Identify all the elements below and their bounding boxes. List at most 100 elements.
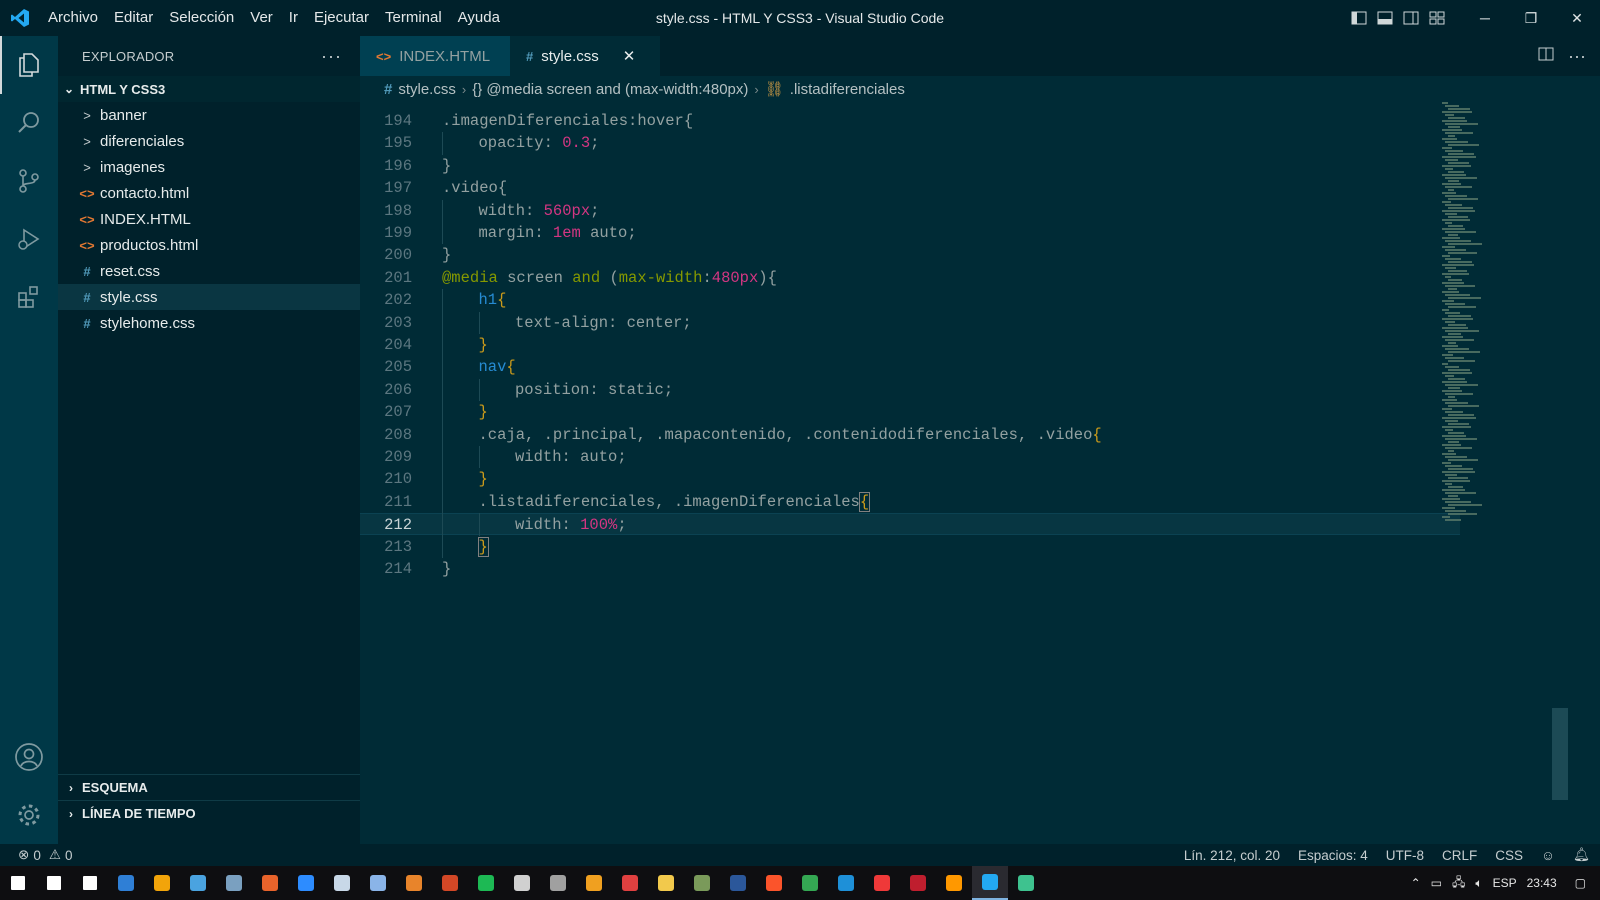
menu-item-ir[interactable]: Ir	[281, 0, 306, 36]
start-icon[interactable]	[0, 866, 36, 900]
toggle-secondary-sidebar-icon[interactable]	[1398, 0, 1424, 36]
code-line[interactable]: 214}	[360, 558, 1460, 580]
cursor-position[interactable]: Lín. 212, col. 20	[1184, 848, 1280, 863]
end-of-line[interactable]: CRLF	[1442, 848, 1477, 863]
code-line[interactable]: 204}	[360, 334, 1460, 356]
breadcrumb-file[interactable]: style.css	[398, 81, 456, 98]
obs-icon[interactable]	[504, 866, 540, 900]
menu-item-terminal[interactable]: Terminal	[377, 0, 450, 36]
zoom-icon[interactable]	[288, 866, 324, 900]
code-line[interactable]: 206 position: static;	[360, 379, 1460, 401]
paint-icon[interactable]	[612, 866, 648, 900]
code-editor[interactable]: 194 .imagenDiferenciales:hover{195 opacity…	[360, 106, 1460, 844]
close-tab-icon[interactable]: ✕	[623, 47, 636, 65]
edge-icon[interactable]	[828, 866, 864, 900]
code-line[interactable]: 196}	[360, 155, 1460, 177]
tree-item-index-html[interactable]: <> INDEX.HTML	[58, 206, 360, 232]
menu-item-editar[interactable]: Editar	[106, 0, 161, 36]
filezilla-icon[interactable]	[900, 866, 936, 900]
tree-item-diferenciales[interactable]: > diferenciales	[58, 128, 360, 154]
chrome-icon[interactable]	[792, 866, 828, 900]
code-line[interactable]: 205 nav{	[360, 356, 1460, 378]
code-line[interactable]: 197 .video{	[360, 177, 1460, 199]
tab-index-html[interactable]: <> INDEX.HTML	[360, 36, 510, 76]
code-line[interactable]: 210}	[360, 468, 1460, 490]
file-explorer-icon[interactable]	[648, 866, 684, 900]
network-icon[interactable]: 🖧︎	[1452, 873, 1465, 894]
feedback-icon[interactable]: ☺	[1541, 848, 1555, 863]
mail-icon[interactable]	[108, 866, 144, 900]
more-editor-actions-icon[interactable]: ···	[1568, 46, 1586, 67]
clock[interactable]: 23:43	[1527, 876, 1557, 890]
settings-app-icon[interactable]	[324, 866, 360, 900]
code-line[interactable]: 207}	[360, 401, 1460, 423]
tree-item-imagenes[interactable]: > imagenes	[58, 154, 360, 180]
battery-icon[interactable]: ▭	[1431, 876, 1442, 890]
notes-icon[interactable]	[360, 866, 396, 900]
indentation[interactable]: Espacios: 4	[1298, 848, 1368, 863]
input-language[interactable]: ESP	[1493, 876, 1517, 890]
breadcrumb-media[interactable]: {} @media screen and (max-width:480px)	[472, 81, 748, 98]
customize-layout-icon[interactable]	[1424, 0, 1450, 36]
encoding[interactable]: UTF-8	[1386, 848, 1424, 863]
tree-item-productos-html[interactable]: <> productos.html	[58, 232, 360, 258]
magnifier-app-icon[interactable]	[180, 866, 216, 900]
code-line[interactable]: 202 h1{	[360, 289, 1460, 311]
search-icon[interactable]	[0, 94, 58, 152]
tree-item-reset-css[interactable]: # reset.css	[58, 258, 360, 284]
tree-item-stylehome-css[interactable]: # stylehome.css	[58, 310, 360, 336]
toggle-panel-icon[interactable]	[1372, 0, 1398, 36]
menu-item-seleccion[interactable]: Selección	[161, 0, 242, 36]
timeline-section[interactable]: › LÍNEA DE TIEMPO	[58, 800, 360, 826]
code-line[interactable]: 208 .caja, .principal, .mapacontenido, .c…	[360, 424, 1460, 446]
code-line[interactable]: 199 margin: 1em auto;	[360, 222, 1460, 244]
menu-item-ayuda[interactable]: Ayuda	[450, 0, 508, 36]
explorer-icon[interactable]	[0, 36, 58, 94]
spotify-icon[interactable]	[468, 866, 504, 900]
word-icon[interactable]	[720, 866, 756, 900]
scrollbar-thumb[interactable]	[1552, 708, 1568, 800]
action-center-icon[interactable]: ▢	[1575, 876, 1586, 890]
store-icon[interactable]	[144, 866, 180, 900]
tree-item-banner[interactable]: > banner	[58, 102, 360, 128]
restore-button[interactable]: ❐	[1508, 0, 1554, 36]
vscode-icon[interactable]	[972, 866, 1008, 900]
blender-icon[interactable]	[396, 866, 432, 900]
menu-item-ejecutar[interactable]: Ejecutar	[306, 0, 377, 36]
minimize-button[interactable]: ─	[1462, 0, 1508, 36]
task-view-icon[interactable]	[72, 866, 108, 900]
video-player-icon[interactable]	[576, 866, 612, 900]
breadcrumb-symbol[interactable]: .listadiferenciales	[790, 81, 905, 98]
tree-item-style-css[interactable]: # style.css	[58, 284, 360, 310]
problems-indicator[interactable]: ⊗ 0 ⚠ 0	[0, 847, 72, 863]
calculator-icon[interactable]	[540, 866, 576, 900]
code-line[interactable]: 194 .imagenDiferenciales:hover{	[360, 110, 1460, 132]
powerpoint-icon[interactable]	[432, 866, 468, 900]
brave-icon[interactable]	[756, 866, 792, 900]
menu-item-ver[interactable]: Ver	[242, 0, 281, 36]
photos-icon[interactable]	[216, 866, 252, 900]
more-actions-icon[interactable]: ···	[321, 46, 342, 67]
tab-style-css[interactable]: # style.css ✕	[510, 36, 660, 76]
sublime-icon[interactable]	[936, 866, 972, 900]
code-line[interactable]: 200}	[360, 244, 1460, 266]
volume-icon[interactable]: 🔈︎	[1475, 876, 1482, 891]
toggle-primary-sidebar-icon[interactable]	[1346, 0, 1372, 36]
language-mode[interactable]: CSS	[1495, 848, 1523, 863]
code-line[interactable]: 209 width: auto;	[360, 446, 1460, 468]
outline-section[interactable]: › ESQUEMA	[58, 774, 360, 800]
code-line[interactable]: 201 @media screen and (max-width:480px){	[360, 267, 1460, 289]
source-control-icon[interactable]	[0, 152, 58, 210]
app2-icon[interactable]	[1008, 866, 1044, 900]
workspace-root-folder[interactable]: ⌄ HTML Y CSS3	[58, 76, 360, 102]
chevron-up-icon[interactable]: ⌃	[1411, 876, 1421, 890]
split-editor-icon[interactable]	[1538, 46, 1554, 67]
search-icon[interactable]	[36, 866, 72, 900]
code-line[interactable]: 213}	[360, 536, 1460, 558]
app-icon[interactable]	[684, 866, 720, 900]
vertical-scrollbar[interactable]	[1552, 102, 1568, 844]
run-debug-icon[interactable]	[0, 210, 58, 268]
minimap[interactable]	[1442, 102, 1552, 562]
notifications-bell-icon[interactable]: 🔔︎	[1573, 847, 1590, 863]
account-icon[interactable]	[0, 728, 58, 786]
